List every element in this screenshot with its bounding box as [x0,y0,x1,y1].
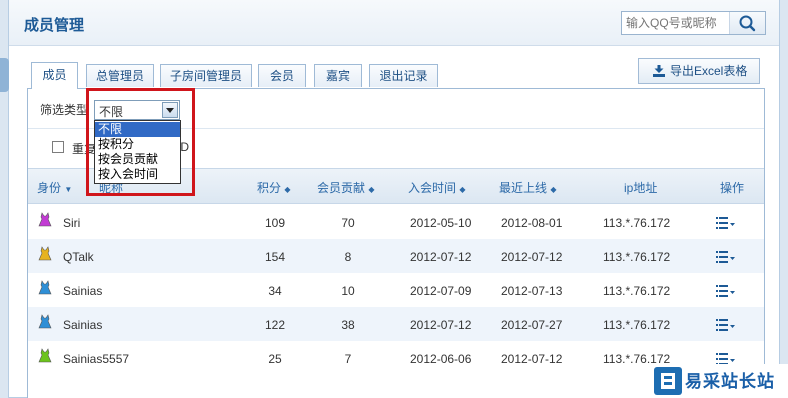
row-actions-menu-icon[interactable] [716,251,736,263]
tab-exit-records[interactable]: 退出记录 [369,64,438,87]
column-points[interactable]: 积分 ◆ [257,179,291,196]
repeat-checkbox[interactable] [52,141,64,153]
sort-down-icon: ▼ [64,185,73,194]
cell-contribution: 7 [344,352,352,366]
tab-super-admins[interactable]: 总管理员 [86,64,154,87]
watermark: 易采站长站 [651,364,788,398]
cell-nickname: Sainias [63,318,103,332]
cell-joined-date: 2012-06-06 [410,352,472,366]
cell-last-online: 2012-07-12 [501,352,563,366]
cell-points: 154 [264,250,286,264]
side-collapse-handle[interactable] [0,58,9,92]
column-joined-label: 入会时间 [408,181,457,195]
cell-ip-address: 113.*.76.172 [603,216,671,230]
sort-icon: ◆ [284,185,291,194]
search-icon [739,15,756,32]
cell-nickname: Siri [63,216,81,230]
cell-joined-date: 2012-07-12 [410,318,472,332]
download-icon [653,65,665,77]
filter-label: 筛选类型 [40,103,89,117]
cell-nickname: Sainias [63,284,103,298]
tab-subroom-admins[interactable]: 子房间管理员 [160,64,252,87]
cell-last-online: 2012-07-27 [501,318,563,332]
cell-last-online: 2012-07-12 [501,250,563,264]
cell-last-online: 2012-08-01 [501,216,563,230]
tab-members[interactable]: 成员 [31,62,78,89]
column-contribution-label: 会员贡献 [317,181,366,195]
watermark-text: 易采站长站 [685,372,775,391]
cell-joined-date: 2012-07-12 [410,250,472,264]
column-actions: 操作 [720,181,745,195]
cell-points: 34 [268,284,282,298]
sort-icon: ◆ [368,185,375,194]
cell-contribution: 38 [341,318,355,332]
export-excel-button[interactable]: 导出Excel表格 [638,58,760,84]
cell-points: 109 [264,216,286,230]
tab-vip[interactable]: 会员 [258,64,306,87]
cell-nickname: Sainias5557 [63,352,130,366]
column-last-online[interactable]: 最近上线 ◆ [499,179,557,196]
cell-points: 25 [268,352,282,366]
column-ip: ip地址 [624,181,658,195]
column-role-label: 身份 [37,181,62,195]
page-title: 成员管理 [24,17,85,34]
search-box [621,11,766,35]
row-actions-menu-icon[interactable] [716,217,736,229]
cell-last-online: 2012-07-13 [501,284,563,298]
cell-points: 122 [264,318,286,332]
cell-contribution: 8 [344,250,352,264]
watermark-logo-icon [654,367,682,395]
role-badge-icon [38,314,52,329]
role-badge-icon [38,280,52,295]
search-button[interactable] [729,12,765,34]
column-role[interactable]: 身份 ▼ [37,179,72,196]
role-badge-icon [38,348,52,363]
row-actions-menu-icon[interactable] [716,319,736,331]
cell-joined-date: 2012-07-09 [410,284,472,298]
column-points-label: 积分 [257,181,282,195]
sort-icon: ◆ [459,185,466,194]
highlight-annotation [86,88,195,196]
role-badge-icon [38,212,52,227]
cell-ip-address: 113.*.76.172 [603,250,671,264]
column-contribution[interactable]: 会员贡献 ◆ [317,179,375,196]
row-actions-menu-icon[interactable] [716,285,736,297]
search-input[interactable] [622,12,728,34]
role-badge-icon [38,246,52,261]
tab-guests[interactable]: 嘉宾 [314,64,362,87]
cell-joined-date: 2012-05-10 [410,216,472,230]
cell-ip-address: 113.*.76.172 [603,284,671,298]
export-label: 导出Excel表格 [670,64,748,78]
sort-icon: ◆ [550,185,557,194]
cell-nickname: QTalk [63,250,94,264]
cell-contribution: 10 [341,284,355,298]
cell-contribution: 70 [341,216,355,230]
column-last-online-label: 最近上线 [499,181,548,195]
column-joined[interactable]: 入会时间 ◆ [408,179,466,196]
cell-ip-address: 113.*.76.172 [603,318,671,332]
